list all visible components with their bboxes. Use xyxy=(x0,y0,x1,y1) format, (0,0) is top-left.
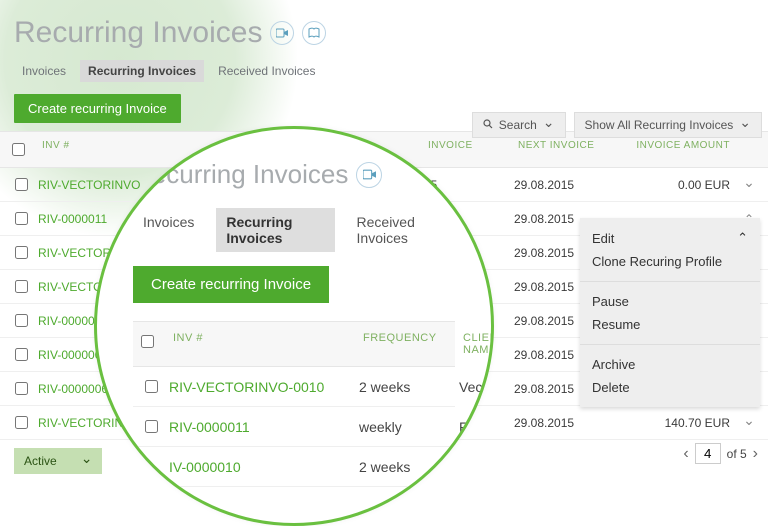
camera-icon[interactable] xyxy=(270,21,294,45)
tab-received-invoices[interactable]: Received Invoices xyxy=(210,60,323,82)
row-expand-icon[interactable] xyxy=(734,416,764,430)
col-invoice[interactable]: INVOICE xyxy=(424,140,514,159)
row-checkbox[interactable] xyxy=(15,246,28,259)
row-checkbox[interactable] xyxy=(15,280,28,293)
zoom-table-row[interactable]: IV-0000010 2 weeks xyxy=(133,447,455,487)
pager-of-label: of 5 xyxy=(727,447,747,461)
zoom-select-all-checkbox[interactable] xyxy=(141,335,154,348)
zoom-row-checkbox[interactable] xyxy=(145,420,158,433)
zoom-tab-recurring-invoices[interactable]: Recurring Invoices xyxy=(216,208,334,252)
tab-recurring-invoices[interactable]: Recurring Invoices xyxy=(80,60,204,82)
menu-clone[interactable]: Clone Recuring Profile xyxy=(592,250,748,273)
row-checkbox[interactable] xyxy=(15,178,28,191)
row-checkbox[interactable] xyxy=(15,416,28,429)
menu-delete[interactable]: Delete xyxy=(592,376,748,399)
row-expand-icon[interactable] xyxy=(734,178,764,192)
zoom-lens: Recurring Invoices Invoices Recurring In… xyxy=(94,126,494,526)
filter-active-dropdown[interactable]: Active xyxy=(14,448,102,474)
zoom-page-title: Recurring Invoices xyxy=(133,159,455,190)
chevron-down-icon xyxy=(739,118,751,132)
chevron-down-icon xyxy=(543,118,555,132)
zoom-row-freq: 2 weeks xyxy=(359,379,459,395)
row-checkbox[interactable] xyxy=(15,382,28,395)
show-all-button[interactable]: Show All Recurring Invoices xyxy=(574,112,762,138)
search-label: Search xyxy=(499,118,537,132)
page-title: Recurring Invoices xyxy=(0,0,768,56)
show-all-label: Show All Recurring Invoices xyxy=(585,118,734,132)
toolbar-right: Search Show All Recurring Invoices xyxy=(472,112,768,138)
pager: ‹ of 5 › xyxy=(683,443,758,464)
camera-icon[interactable] xyxy=(356,162,382,188)
row-actions-menu: Edit Clone Recuring Profile Pause Resume… xyxy=(580,218,760,407)
tab-invoices[interactable]: Invoices xyxy=(14,60,74,82)
col-next[interactable]: NEXT INVOICE xyxy=(514,140,604,159)
col-inv[interactable]: INV # xyxy=(38,140,178,159)
zoom-row-inv[interactable]: RIV-0000011 xyxy=(169,419,359,435)
tabs-bar: Invoices Recurring Invoices Received Inv… xyxy=(0,56,768,90)
book-icon[interactable] xyxy=(302,21,326,45)
zoom-col-frequency[interactable]: FREQUENCY xyxy=(359,332,459,356)
search-icon xyxy=(483,118,493,132)
zoom-create-recurring-invoice-button[interactable]: Create recurring Invoice xyxy=(133,266,329,303)
zoom-col-client[interactable]: CLIENT NAME xyxy=(459,332,494,356)
col-amount[interactable]: INVOICE AMOUNT xyxy=(604,140,734,159)
menu-archive[interactable]: Archive xyxy=(592,353,748,376)
row-checkbox[interactable] xyxy=(15,212,28,225)
pager-prev-icon[interactable]: ‹ xyxy=(683,445,688,463)
select-all-checkbox[interactable] xyxy=(12,143,25,156)
search-button[interactable]: Search xyxy=(472,112,566,138)
filter-active-label: Active xyxy=(24,454,57,468)
zoom-row-inv[interactable]: RIV-VECTORINVO-0010 xyxy=(169,379,359,395)
zoom-tab-invoices[interactable]: Invoices xyxy=(133,208,204,252)
zoom-col-inv[interactable]: INV # xyxy=(169,332,359,356)
zoom-table-row[interactable]: RIV-0000011 weekly F xyxy=(133,407,455,447)
row-checkbox[interactable] xyxy=(15,314,28,327)
chevron-down-icon xyxy=(81,454,93,468)
menu-pause[interactable]: Pause xyxy=(592,290,748,313)
zoom-row-inv[interactable]: IV-0000010 xyxy=(169,459,359,475)
pager-next-icon[interactable]: › xyxy=(753,445,758,463)
zoom-row-freq: weekly xyxy=(359,419,459,435)
create-recurring-invoice-button[interactable]: Create recurring Invoice xyxy=(14,94,181,123)
zoom-tab-received-invoices[interactable]: Received Invoices xyxy=(347,208,455,252)
zoom-row-checkbox[interactable] xyxy=(145,380,158,393)
row-checkbox[interactable] xyxy=(15,348,28,361)
row-amount: 140.70 EUR xyxy=(604,416,734,430)
row-amount: 0.00 EUR xyxy=(604,178,734,192)
zoom-tabs-bar: Invoices Recurring Invoices Received Inv… xyxy=(133,208,455,252)
zoom-table-header: INV # FREQUENCY CLIENT NAME xyxy=(133,321,455,367)
row-next: 29.08.2015 xyxy=(514,178,604,192)
chevron-up-icon xyxy=(737,230,748,246)
zoom-table-row[interactable]: RIV-VECTORINVO-0010 2 weeks Vecto xyxy=(133,367,455,407)
menu-edit[interactable]: Edit xyxy=(592,226,748,250)
pager-current-input[interactable] xyxy=(695,443,721,464)
row-next: 29.08.2015 xyxy=(514,416,604,430)
menu-resume[interactable]: Resume xyxy=(592,313,748,336)
page-title-text: Recurring Invoices xyxy=(14,16,262,50)
